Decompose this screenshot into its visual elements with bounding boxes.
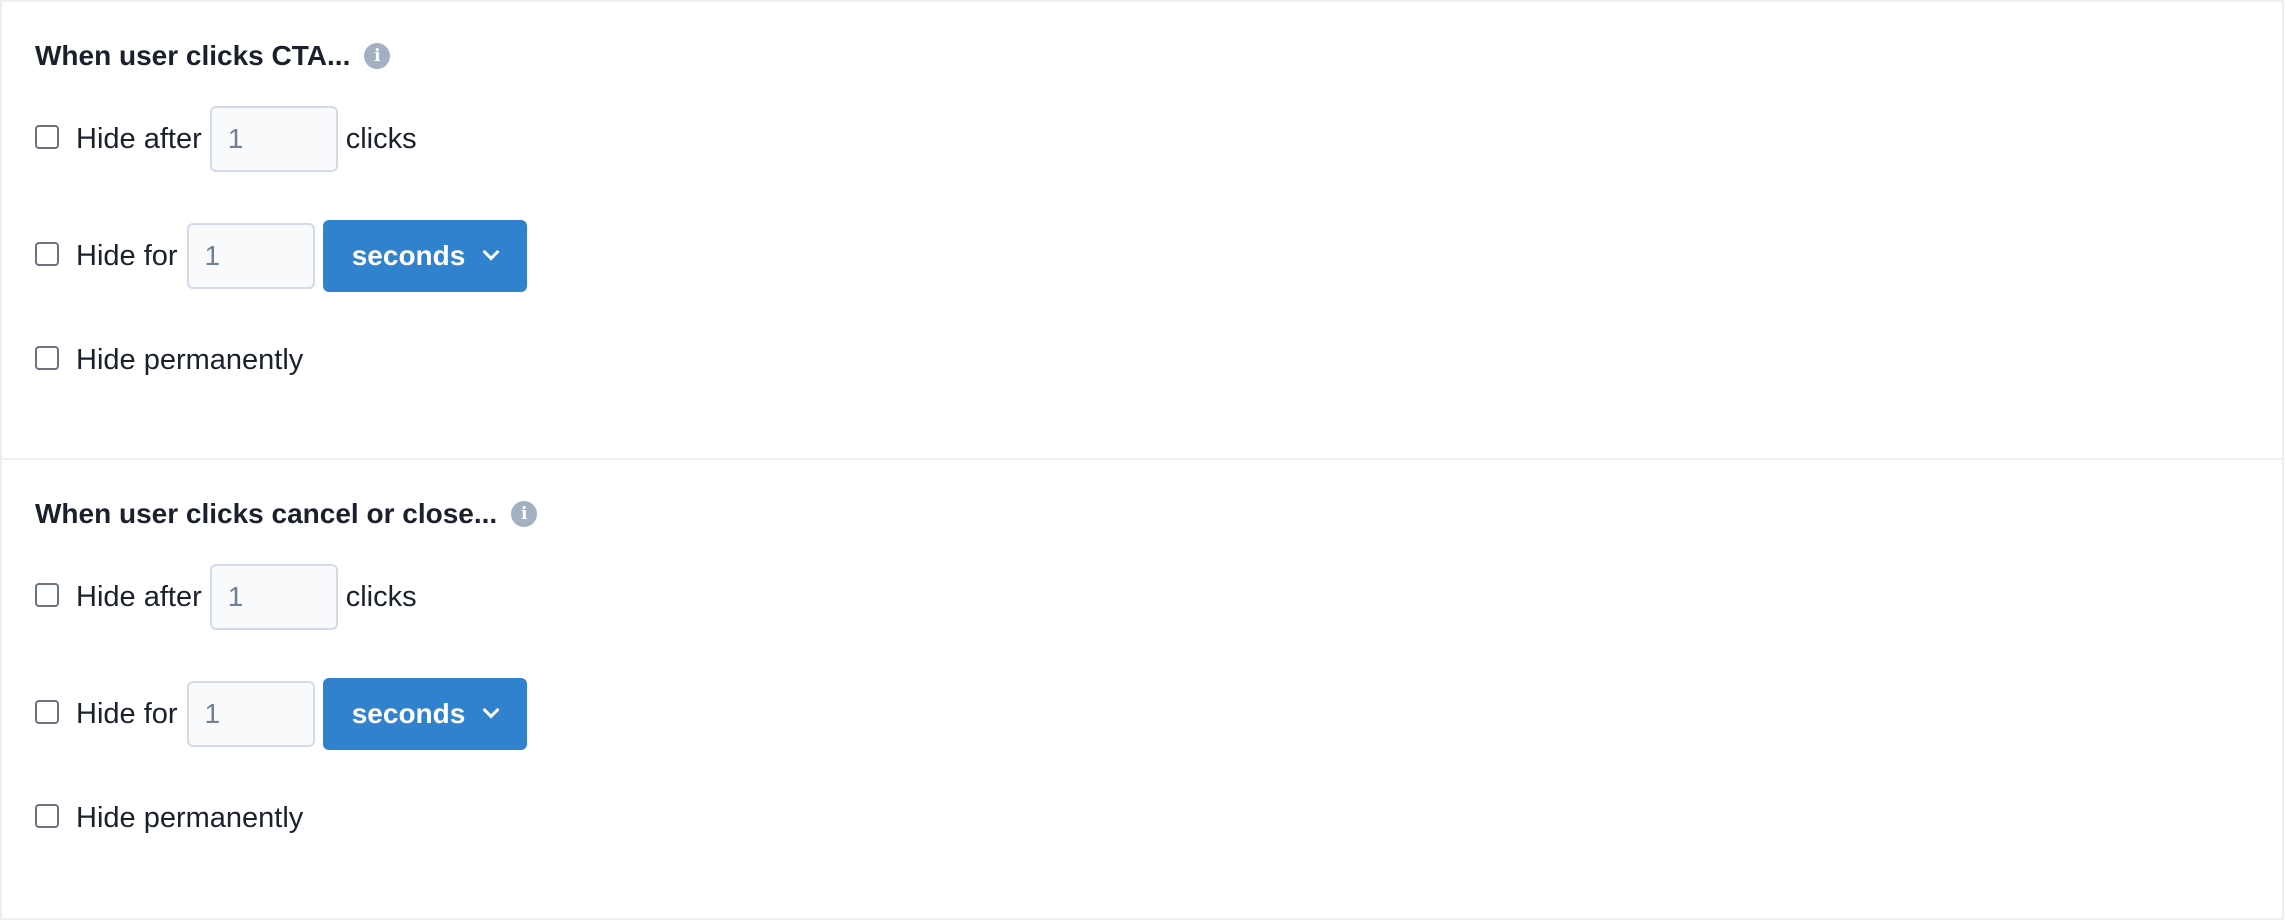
hide-for-duration-input[interactable]: 1: [186, 223, 315, 289]
cancel-close-settings-panel: When user clicks cancel or close... i Hi…: [0, 458, 2284, 920]
info-icon[interactable]: i: [364, 43, 391, 69]
time-unit-value: seconds: [351, 698, 466, 729]
hide-permanently-label: Hide permanently: [76, 801, 304, 834]
chevron-down-icon: [482, 243, 500, 261]
clicks-label: clicks: [345, 122, 417, 155]
hide-after-checkbox[interactable]: [35, 125, 59, 149]
time-unit-select[interactable]: seconds: [322, 678, 527, 750]
hide-permanently-row: Hide permanently: [35, 340, 303, 380]
hide-for-checkbox[interactable]: [35, 700, 59, 724]
hide-permanently-label: Hide permanently: [76, 343, 304, 376]
hide-after-checkbox[interactable]: [35, 583, 59, 607]
hide-after-label: Hide after: [76, 580, 202, 613]
hide-after-row: Hide after 1 clicks: [35, 564, 417, 630]
hide-after-clicks-input[interactable]: 1: [209, 564, 338, 630]
section-title-text: When user clicks CTA...: [35, 40, 351, 71]
hide-for-label: Hide for: [76, 697, 178, 730]
hide-for-row: Hide for 1 seconds: [35, 678, 527, 750]
time-unit-value: seconds: [351, 240, 466, 271]
time-unit-select[interactable]: seconds: [322, 220, 527, 292]
cta-settings-panel: When user clicks CTA... i Hide after 1 c…: [0, 0, 2284, 460]
clicks-label: clicks: [345, 580, 417, 613]
hide-for-duration-input[interactable]: 1: [186, 681, 315, 747]
hide-for-row: Hide for 1 seconds: [35, 220, 527, 292]
hide-for-checkbox[interactable]: [35, 242, 59, 266]
info-icon[interactable]: i: [511, 501, 538, 527]
section-title-text: When user clicks cancel or close...: [35, 498, 498, 529]
section-title: When user clicks CTA... i: [35, 40, 391, 72]
hide-after-row: Hide after 1 clicks: [35, 106, 417, 172]
chevron-down-icon: [482, 701, 500, 719]
hide-permanently-checkbox[interactable]: [35, 804, 59, 828]
section-title: When user clicks cancel or close... i: [35, 498, 538, 530]
hide-after-label: Hide after: [76, 122, 202, 155]
hide-for-label: Hide for: [76, 239, 178, 272]
hide-permanently-row: Hide permanently: [35, 798, 303, 838]
hide-permanently-checkbox[interactable]: [35, 346, 59, 370]
hide-after-clicks-input[interactable]: 1: [209, 106, 338, 172]
